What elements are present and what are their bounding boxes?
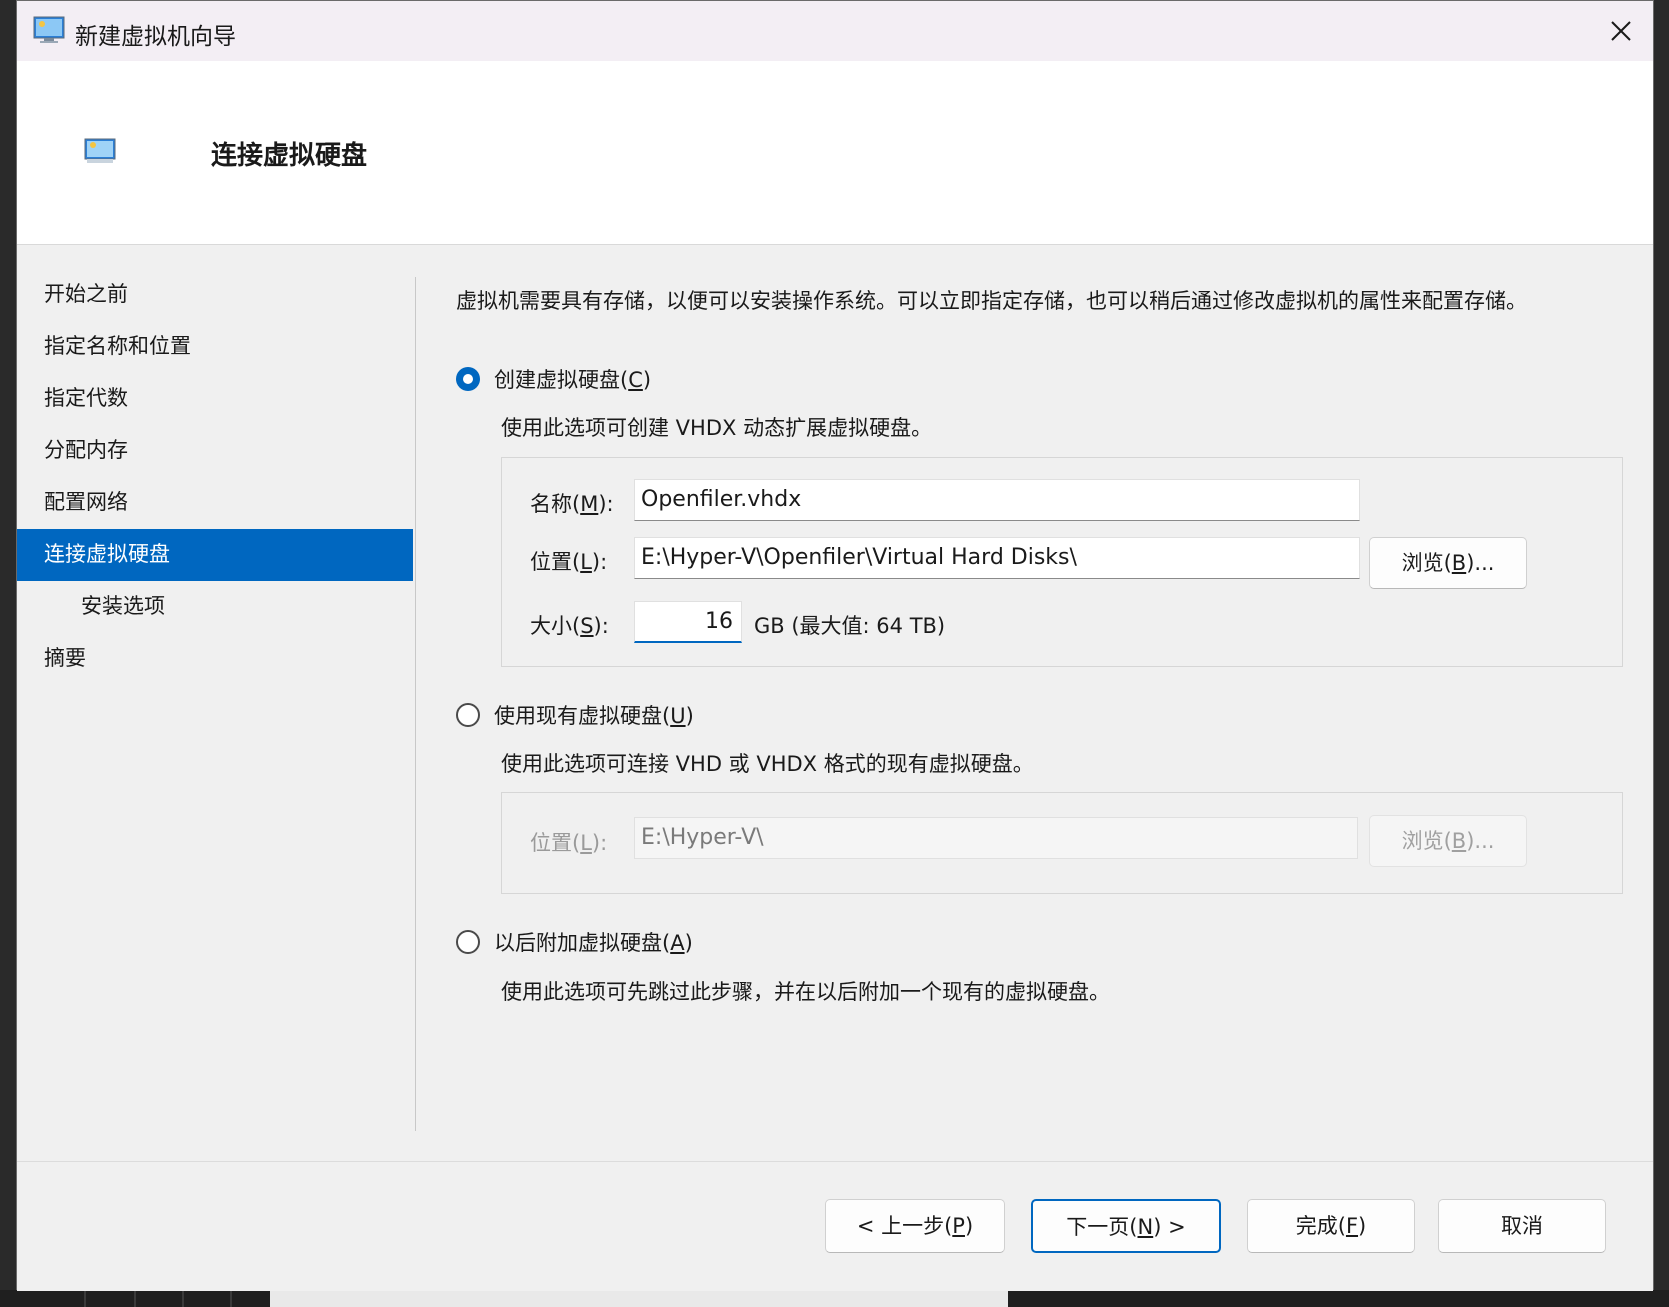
- previous-button[interactable]: < 上一步(P): [825, 1199, 1005, 1253]
- taskbar-separator: [84, 1290, 86, 1307]
- existing-vhd-option[interactable]: 使用现有虚拟硬盘(U): [456, 700, 694, 730]
- wizard-window: 新建虚拟机向导 连接虚拟硬盘 开始之前 指定名称和位置 指定代数 分配内存 配置…: [16, 0, 1654, 1291]
- create-vhd-description: 使用此选项可创建 VHDX 动态扩展虚拟硬盘。: [501, 416, 933, 440]
- create-vhd-group: 名称(M): Openfiler.vhdx 位置(L): E:\Hyper-V\…: [501, 457, 1623, 667]
- existing-location-label: 位置(L):: [530, 831, 608, 855]
- cancel-button[interactable]: 取消: [1438, 1199, 1606, 1253]
- attach-later-option[interactable]: 以后附加虚拟硬盘(A): [456, 927, 693, 957]
- taskbar-strip: [0, 1290, 1669, 1307]
- close-button[interactable]: [1589, 1, 1653, 61]
- close-icon: [1611, 21, 1631, 41]
- create-vhd-option[interactable]: 创建虚拟硬盘(C): [456, 364, 651, 394]
- radio-unchecked-icon[interactable]: [456, 703, 480, 727]
- size-field-label: 大小(S):: [530, 614, 609, 638]
- taskbar-window-strip: [270, 1290, 1008, 1307]
- nav-item-memory[interactable]: 分配内存: [17, 425, 413, 477]
- page-title: 连接虚拟硬盘: [211, 141, 368, 171]
- title-bar[interactable]: 新建虚拟机向导: [17, 1, 1653, 61]
- taskbar-separator: [182, 1290, 184, 1307]
- nav-item-summary[interactable]: 摘要: [17, 633, 413, 685]
- monitor-icon: [83, 137, 117, 167]
- size-unit-text: GB (最大值: 64 TB): [754, 614, 946, 638]
- wizard-steps-nav: 开始之前 指定名称和位置 指定代数 分配内存 配置网络 连接虚拟硬盘 安装选项 …: [17, 269, 413, 685]
- name-input[interactable]: Openfiler.vhdx: [634, 479, 1360, 521]
- nav-item-networking[interactable]: 配置网络: [17, 477, 413, 529]
- nav-item-before-you-begin[interactable]: 开始之前: [17, 269, 413, 321]
- existing-vhd-label: 使用现有虚拟硬盘(U): [494, 704, 694, 728]
- attach-later-label: 以后附加虚拟硬盘(A): [494, 931, 693, 955]
- nav-item-install-options[interactable]: 安装选项: [17, 581, 413, 633]
- window-title: 新建虚拟机向导: [75, 24, 236, 50]
- nav-item-name-location[interactable]: 指定名称和位置: [17, 321, 413, 373]
- browse-button[interactable]: 浏览(B)...: [1369, 537, 1527, 589]
- create-vhd-label: 创建虚拟硬盘(C): [494, 368, 652, 392]
- attach-later-description: 使用此选项可先跳过此步骤，并在以后附加一个现有的虚拟硬盘。: [501, 980, 1110, 1004]
- location-input[interactable]: E:\Hyper-V\Openfiler\Virtual Hard Disks\: [634, 537, 1360, 579]
- existing-browse-button[interactable]: 浏览(B)...: [1369, 815, 1527, 867]
- next-button[interactable]: 下一页(N) >: [1031, 1199, 1221, 1253]
- nav-item-generation[interactable]: 指定代数: [17, 373, 413, 425]
- existing-vhd-group: 位置(L): E:\Hyper-V\ 浏览(B)...: [501, 792, 1623, 894]
- wizard-header: 连接虚拟硬盘: [17, 61, 1653, 245]
- taskbar-separator: [230, 1290, 232, 1307]
- size-input[interactable]: 16: [634, 601, 742, 643]
- finish-button[interactable]: 完成(F): [1247, 1199, 1415, 1253]
- radio-unchecked-icon[interactable]: [456, 930, 480, 954]
- existing-vhd-description: 使用此选项可连接 VHD 或 VHDX 格式的现有虚拟硬盘。: [501, 752, 1034, 776]
- radio-checked-icon[interactable]: [456, 367, 480, 391]
- name-field-label: 名称(M):: [530, 492, 614, 516]
- intro-text: 虚拟机需要具有存储，以便可以安装操作系统。可以立即指定存储，也可以稍后通过修改虚…: [456, 289, 1527, 313]
- content-area: 虚拟机需要具有存储，以便可以安装操作系统。可以立即指定存储，也可以稍后通过修改虚…: [456, 284, 1636, 1004]
- existing-location-input[interactable]: E:\Hyper-V\: [634, 817, 1358, 859]
- location-field-label: 位置(L):: [530, 550, 608, 574]
- monitor-icon: [33, 15, 65, 45]
- nav-item-connect-vhd[interactable]: 连接虚拟硬盘: [17, 529, 413, 581]
- nav-divider: [415, 277, 416, 1131]
- taskbar-separator: [134, 1290, 136, 1307]
